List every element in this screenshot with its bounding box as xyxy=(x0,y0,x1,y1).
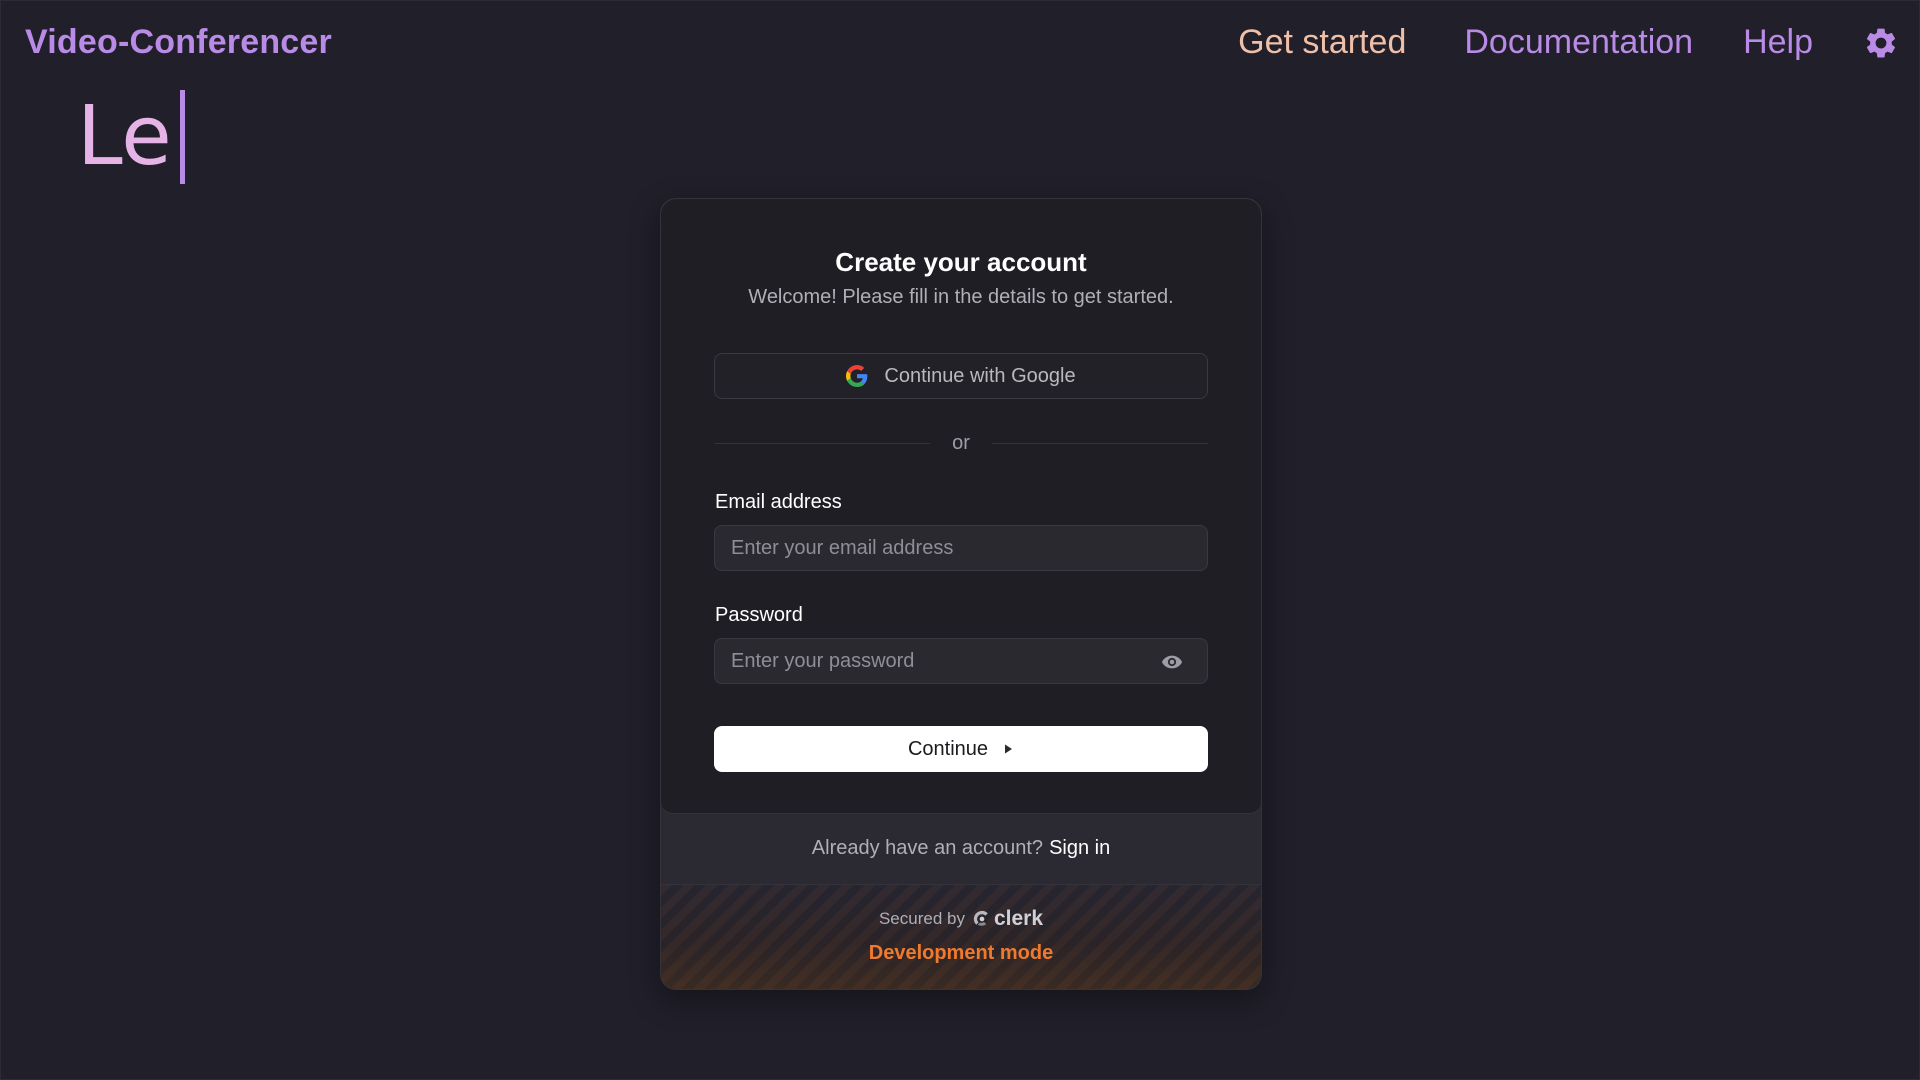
nav-help-link[interactable]: Help xyxy=(1743,23,1813,62)
card-footer: Secured by clerk Development mode xyxy=(661,884,1261,989)
sign-in-link[interactable]: Sign in xyxy=(1049,837,1110,859)
continue-button-label: Continue xyxy=(907,737,989,760)
nav-documentation-link[interactable]: Documentation xyxy=(1464,23,1693,62)
signup-form: Create your account Welcome! Please fill… xyxy=(661,199,1261,814)
divider-line-left xyxy=(714,442,931,444)
continue-button[interactable]: Continue xyxy=(714,726,1208,772)
clerk-logo[interactable]: clerk xyxy=(973,907,1043,931)
signin-prompt-text: Already have an account? xyxy=(811,837,1044,859)
divider-text: or xyxy=(952,431,970,454)
secured-by-row: Secured by clerk xyxy=(661,907,1261,931)
password-label: Password xyxy=(715,604,803,626)
clerk-logo-text: clerk xyxy=(993,907,1044,930)
eye-icon[interactable] xyxy=(1161,651,1183,673)
card-subtitle: Welcome! Please fill in the details to g… xyxy=(748,286,1174,308)
secured-by-text: Secured by xyxy=(878,909,965,928)
divider-line-right xyxy=(991,442,1209,444)
signin-prompt: Already have an account? Sign in xyxy=(661,837,1261,860)
gear-icon[interactable] xyxy=(1863,25,1899,61)
typed-text: Le xyxy=(77,89,172,184)
top-nav: Get started Documentation Help xyxy=(1238,23,1899,62)
play-icon xyxy=(1002,743,1014,755)
page: Video-Conferencer Get started Documentat… xyxy=(0,0,1920,1080)
continue-with-google-button[interactable]: Continue with Google xyxy=(714,353,1208,399)
email-field[interactable] xyxy=(714,525,1208,571)
password-field[interactable] xyxy=(714,638,1208,684)
typewriter-text: Le xyxy=(77,89,185,184)
google-icon xyxy=(846,365,868,387)
development-mode-badge: Development mode xyxy=(868,942,1054,964)
text-caret xyxy=(179,89,185,184)
card-title: Create your account xyxy=(835,247,1087,277)
email-label: Email address xyxy=(715,491,842,513)
or-divider: or xyxy=(714,431,1209,455)
signup-card: Create your account Welcome! Please fill… xyxy=(660,198,1262,990)
nav-get-started-link[interactable]: Get started xyxy=(1238,23,1406,62)
brand-logo-text[interactable]: Video-Conferencer xyxy=(25,23,332,62)
google-button-label: Continue with Google xyxy=(884,364,1076,387)
